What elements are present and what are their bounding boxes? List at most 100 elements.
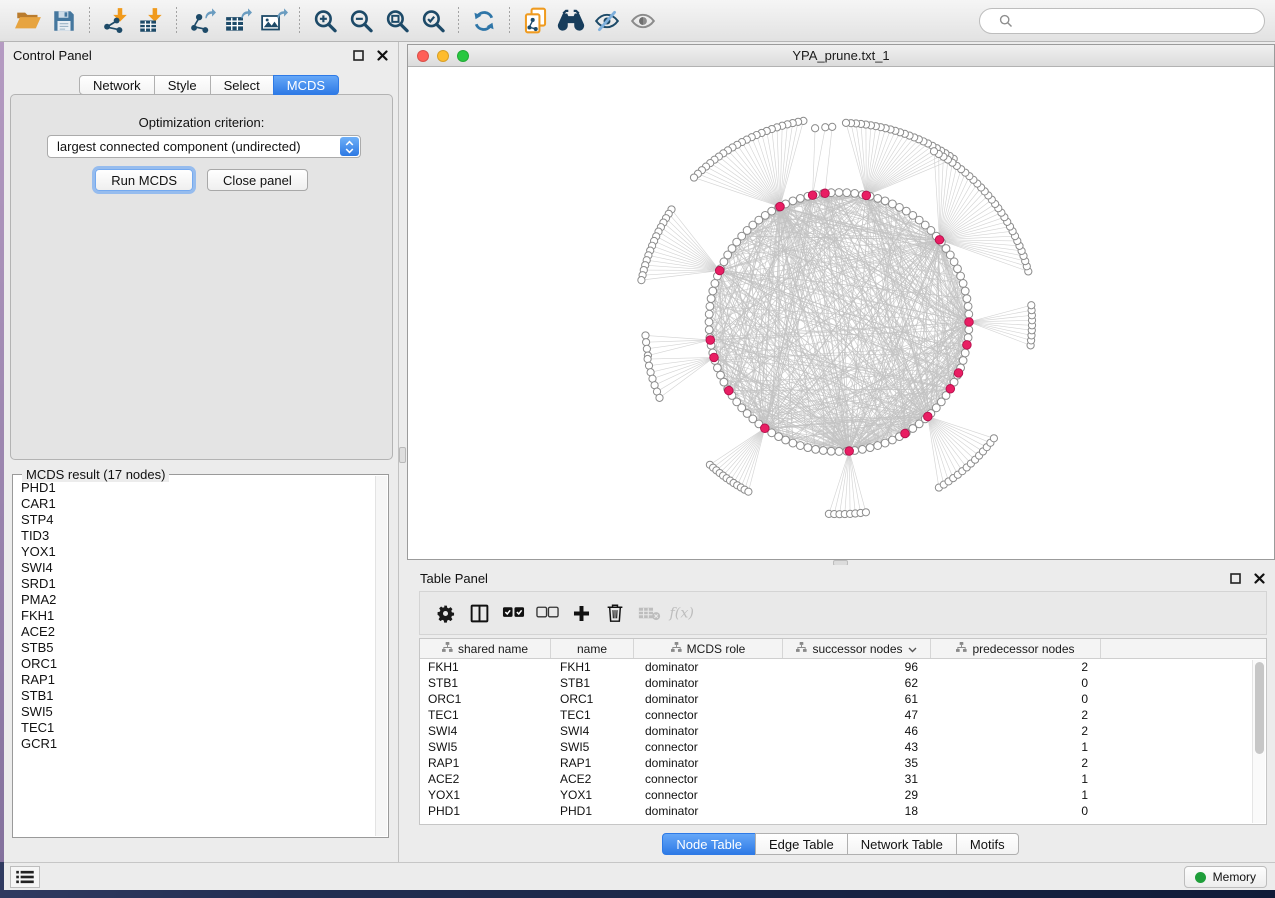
toolbar-separator [299, 7, 300, 35]
column-header-shared-name[interactable]: shared name [420, 639, 551, 658]
search-all-networks-icon[interactable] [553, 6, 589, 36]
mcds-result-item[interactable]: FKH1 [21, 608, 374, 624]
zoom-fit-icon[interactable] [379, 6, 415, 36]
close-icon[interactable] [1252, 571, 1266, 585]
cell: 0 [931, 675, 1101, 691]
mcds-result-item[interactable]: SWI5 [21, 704, 374, 720]
mcds-result-item[interactable]: PMA2 [21, 592, 374, 608]
network-graph[interactable] [408, 67, 1274, 559]
export-network-icon[interactable] [184, 6, 220, 36]
cell: dominator [634, 691, 783, 707]
main-toolbar [0, 0, 1275, 42]
tab-motifs[interactable]: Motifs [956, 833, 1019, 855]
cell: 47 [783, 707, 931, 723]
run-mcds-button[interactable]: Run MCDS [95, 169, 193, 191]
cell: PHD1 [551, 803, 634, 819]
zoom-selected-icon[interactable] [415, 6, 451, 36]
show-all-icon[interactable] [625, 6, 661, 36]
deselect-all-rows-icon[interactable] [532, 598, 562, 628]
import-table-icon[interactable] [133, 6, 169, 36]
mcds-result-item[interactable]: STP4 [21, 512, 374, 528]
optimization-criterion-select[interactable]: largest connected component (undirected) [47, 135, 361, 158]
table-row[interactable]: ACE2ACE2connector311 [420, 771, 1266, 787]
column-header-MCDS-role[interactable]: MCDS role [634, 639, 783, 658]
tab-edge-table[interactable]: Edge Table [755, 833, 848, 855]
vertical-splitter[interactable] [399, 42, 407, 862]
float-window-icon[interactable] [1228, 571, 1242, 585]
mcds-result-item[interactable]: YOX1 [21, 544, 374, 560]
network-canvas[interactable] [408, 67, 1274, 559]
table-row[interactable]: TEC1TEC1connector472 [420, 707, 1266, 723]
table-row[interactable]: RAP1RAP1dominator352 [420, 755, 1266, 771]
network-search-box[interactable] [979, 8, 1265, 34]
table-row[interactable]: FKH1FKH1dominator962 [420, 659, 1266, 675]
mcds-result-item[interactable]: STB1 [21, 688, 374, 704]
table-row[interactable]: PHD1PHD1dominator180 [420, 803, 1266, 819]
optimization-criterion-label: Optimization criterion: [11, 115, 392, 130]
tab-mcds[interactable]: MCDS [273, 75, 339, 95]
zoom-in-icon[interactable] [307, 6, 343, 36]
hierarchy-icon [671, 642, 682, 656]
column-header-name[interactable]: name [551, 639, 634, 658]
search-input[interactable] [1019, 13, 1255, 28]
export-table-icon[interactable] [220, 6, 256, 36]
task-history-button[interactable] [10, 866, 40, 888]
cell: connector [634, 771, 783, 787]
network-window-titlebar[interactable]: YPA_prune.txt_1 [408, 45, 1274, 67]
tab-node-table[interactable]: Node Table [662, 833, 756, 855]
zoom-out-icon[interactable] [343, 6, 379, 36]
tab-network[interactable]: Network [79, 75, 155, 95]
table-panel: Table Panel f(x) shared namenameMCDS rol… [407, 565, 1275, 862]
splitter-grip[interactable] [399, 447, 406, 463]
mcds-result-item[interactable]: CAR1 [21, 496, 374, 512]
mcds-result-list[interactable]: PHD1CAR1STP4TID3YOX1SWI4SRD1PMA2FKH1ACE2… [14, 476, 374, 836]
export-image-icon[interactable] [256, 6, 292, 36]
table-row[interactable]: ORC1ORC1dominator610 [420, 691, 1266, 707]
column-header-successor-nodes[interactable]: successor nodes [783, 639, 931, 658]
import-network-icon[interactable] [97, 6, 133, 36]
add-column-icon[interactable] [566, 598, 596, 628]
table-row[interactable]: SWI4SWI4dominator462 [420, 723, 1266, 739]
mcds-result-item[interactable]: STB5 [21, 640, 374, 656]
table-row[interactable]: SWI5SWI5connector431 [420, 739, 1266, 755]
table-settings-icon[interactable] [430, 598, 460, 628]
column-header-predecessor-nodes[interactable]: predecessor nodes [931, 639, 1101, 658]
save-session-icon[interactable] [46, 6, 82, 36]
scrollbar-thumb[interactable] [1255, 662, 1264, 754]
mcds-result-item[interactable]: SRD1 [21, 576, 374, 592]
mcds-result-item[interactable]: TID3 [21, 528, 374, 544]
mcds-result-item[interactable]: ORC1 [21, 656, 374, 672]
close-panel-button[interactable]: Close panel [207, 169, 308, 191]
mcds-result-item[interactable]: RAP1 [21, 672, 374, 688]
table-scrollbar[interactable] [1252, 660, 1265, 823]
toolbar-separator [458, 7, 459, 35]
select-all-rows-icon[interactable] [498, 598, 528, 628]
delete-column-icon[interactable] [600, 598, 630, 628]
open-folder-icon[interactable] [10, 6, 46, 36]
control-panel-tabs: NetworkStyleSelectMCDS [80, 75, 339, 95]
hide-selected-icon[interactable] [589, 6, 625, 36]
table-row[interactable]: YOX1YOX1connector291 [420, 787, 1266, 803]
tab-style[interactable]: Style [154, 75, 211, 95]
minimize-traffic-light[interactable] [437, 50, 449, 62]
mcds-result-scrollbar[interactable] [375, 476, 387, 836]
close-icon[interactable] [375, 48, 389, 62]
tab-network-table[interactable]: Network Table [847, 833, 957, 855]
memory-label: Memory [1213, 870, 1256, 884]
mcds-result-item[interactable]: SWI4 [21, 560, 374, 576]
mcds-result-item[interactable]: TEC1 [21, 720, 374, 736]
tab-select[interactable]: Select [210, 75, 274, 95]
memory-button[interactable]: Memory [1184, 866, 1267, 888]
refresh-network-icon[interactable] [466, 6, 502, 36]
table-body: FKH1FKH1dominator962STB1STB1dominator620… [420, 659, 1266, 819]
mcds-result-item[interactable]: GCR1 [21, 736, 374, 752]
clone-network-icon[interactable] [517, 6, 553, 36]
close-traffic-light[interactable] [417, 50, 429, 62]
mcds-result-item[interactable]: ACE2 [21, 624, 374, 640]
column-header-filler [1101, 639, 1266, 658]
mcds-result-item[interactable]: PHD1 [21, 480, 374, 496]
zoom-traffic-light[interactable] [457, 50, 469, 62]
column-panel-icon[interactable] [464, 598, 494, 628]
float-window-icon[interactable] [351, 48, 365, 62]
table-row[interactable]: STB1STB1dominator620 [420, 675, 1266, 691]
